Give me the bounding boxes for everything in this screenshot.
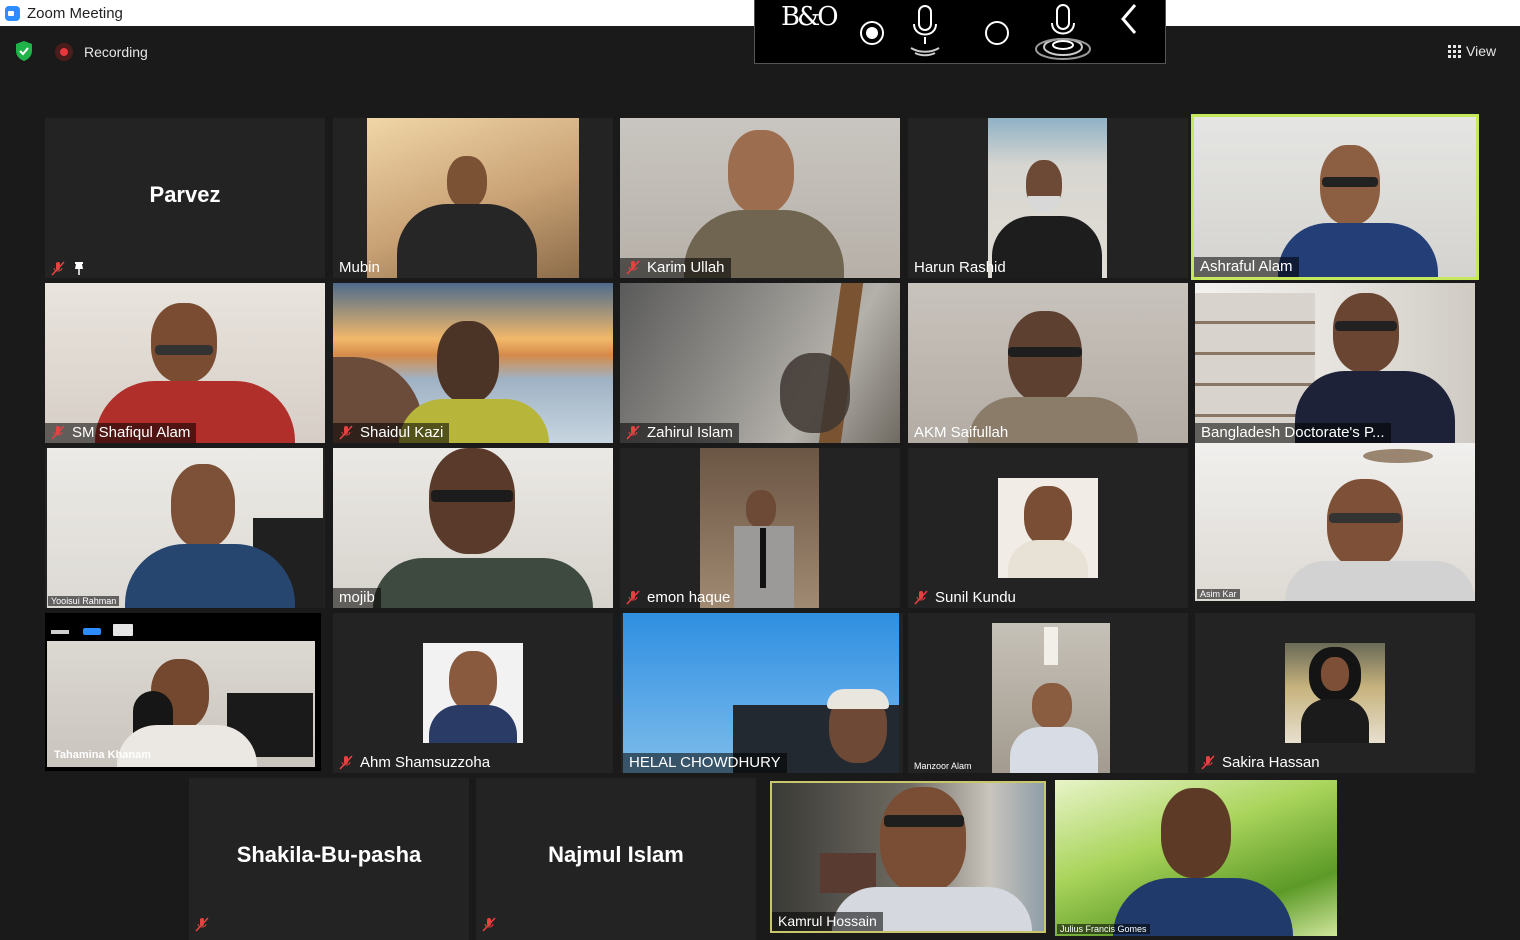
participant-tile[interactable]: Bangladesh Doctorate's P... <box>1195 283 1475 443</box>
participant-name: Harun Rashid <box>914 259 1006 276</box>
video-feed <box>45 283 325 443</box>
mic-muted-icon <box>51 425 65 440</box>
participant-tile[interactable]: Julius Francis Gomes <box>1055 780 1337 936</box>
participant-status <box>189 916 222 934</box>
participant-name: Ahm Shamsuzzoha <box>333 753 496 773</box>
participant-tile[interactable]: Zahirul Islam <box>620 283 900 443</box>
participant-name: Asim Kar <box>1197 589 1240 599</box>
pin-icon <box>75 262 83 275</box>
mic-muted-icon <box>195 917 209 932</box>
mic-muted-icon <box>626 260 640 275</box>
mic-muted-icon <box>339 425 353 440</box>
recording-label[interactable]: Recording <box>84 44 148 60</box>
participant-tile[interactable]: Sunil Kundu <box>908 448 1188 608</box>
participant-name: mojib <box>333 588 381 608</box>
mic-muted-icon <box>914 590 928 605</box>
video-feed <box>1285 643 1385 743</box>
participant-name: Bangladesh Doctorate's P... <box>1195 423 1391 443</box>
video-feed <box>620 283 900 443</box>
participant-name-display: Shakila-Bu-pasha <box>236 842 422 867</box>
mic-muted-icon <box>1201 755 1215 770</box>
participant-name-display: Najmul Islam <box>548 842 684 867</box>
participant-name: Karim Ullah <box>620 258 731 278</box>
participant-tile-active-speaker[interactable]: Ashraful Alam <box>1191 114 1479 280</box>
participant-name: Sakira Hassan <box>1195 753 1326 773</box>
microphone-icon[interactable] <box>905 4 945 60</box>
participant-tile[interactable]: Kamrul Hossain <box>770 781 1046 933</box>
participant-tile[interactable]: HELAL CHOWDHURY <box>621 613 903 773</box>
participant-name: Ashraful Alam <box>1194 257 1299 277</box>
video-feed <box>333 283 613 443</box>
security-shield-icon[interactable] <box>14 40 34 62</box>
participant-tile[interactable]: Sakira Hassan <box>1195 613 1475 773</box>
recording-icon <box>55 43 73 61</box>
video-feed <box>333 448 613 608</box>
participant-tile[interactable]: Manzoor Alam <box>908 613 1188 773</box>
participant-name: emon haque <box>620 588 736 608</box>
participant-tile[interactable]: Tahamina Khanam <box>45 613 321 771</box>
participant-tile[interactable]: AKM Saifullah <box>908 283 1188 443</box>
participant-name: AKM Saifullah <box>914 424 1009 441</box>
video-feed <box>1195 283 1475 443</box>
participant-tile[interactable]: Harun Rashid <box>908 118 1188 278</box>
participant-tile[interactable]: Ahm Shamsuzzoha <box>333 613 613 773</box>
video-feed <box>1194 117 1476 277</box>
mic-muted-icon <box>482 917 496 932</box>
participant-tile[interactable]: mojib <box>333 448 613 608</box>
video-feed <box>998 478 1098 578</box>
view-button[interactable]: View <box>1448 40 1504 62</box>
video-feed <box>908 283 1188 443</box>
zoom-app-icon <box>5 5 20 21</box>
participant-tile[interactable]: emon haque <box>620 448 900 608</box>
participant-tile[interactable]: Mubin <box>333 118 613 278</box>
participant-name: HELAL CHOWDHURY <box>623 753 787 773</box>
video-feed <box>1055 780 1337 936</box>
participant-name: Mubin <box>339 259 380 276</box>
participant-name: Julius Francis Gomes <box>1057 924 1150 934</box>
participant-name: Yooisui Rahman <box>48 596 120 606</box>
bo-logo: B&O <box>781 2 839 32</box>
participant-name-display: Parvez <box>149 182 221 207</box>
chevron-left-icon[interactable] <box>1117 2 1141 36</box>
participant-name: Sunil Kundu <box>908 588 1022 608</box>
video-feed <box>423 643 523 743</box>
participant-tile[interactable]: Asim Kar <box>1195 443 1475 601</box>
video-feed <box>620 118 900 278</box>
circle-icon[interactable] <box>984 20 1010 46</box>
mic-muted-icon <box>626 425 640 440</box>
video-feed <box>988 118 1107 278</box>
video-feed <box>700 448 819 608</box>
video-feed <box>992 623 1110 773</box>
participant-tile[interactable]: Parvez <box>45 118 325 278</box>
participant-tile[interactable]: Shaidul Kazi <box>333 283 613 443</box>
view-label: View <box>1466 43 1497 59</box>
window-title: Zoom Meeting <box>27 4 123 22</box>
mic-muted-icon <box>626 590 640 605</box>
grid-view-icon <box>1448 44 1461 58</box>
audio-control-toolbar: B&O <box>754 0 1166 64</box>
mic-muted-icon <box>339 755 353 770</box>
participant-tile[interactable]: Shakila-Bu-pasha <box>189 778 469 940</box>
participant-name: Shaidul Kazi <box>333 423 450 443</box>
video-feed <box>47 448 323 608</box>
record-icon[interactable] <box>859 20 885 46</box>
participant-tile[interactable]: Yooisui Rahman <box>45 448 325 608</box>
video-feed <box>367 118 579 278</box>
participant-status <box>45 260 92 278</box>
mic-muted-icon <box>51 261 65 276</box>
participant-name: Tahamina Khanam <box>54 749 151 761</box>
participant-name: Manzoor Alam <box>914 761 972 771</box>
participant-name: SM Shafiqul Alam <box>45 423 197 443</box>
participant-tile[interactable]: Najmul Islam <box>476 778 756 940</box>
participant-tile[interactable]: Karim Ullah <box>620 118 900 278</box>
microphone-active-icon[interactable] <box>1033 2 1093 60</box>
video-feed <box>623 613 899 773</box>
video-feed <box>772 783 1044 931</box>
participant-status <box>476 916 509 934</box>
video-feed <box>1195 443 1475 601</box>
participant-name: Zahirul Islam <box>620 423 739 443</box>
participant-name: Kamrul Hossain <box>772 912 883 931</box>
participant-tile[interactable]: SM Shafiqul Alam <box>45 283 325 443</box>
